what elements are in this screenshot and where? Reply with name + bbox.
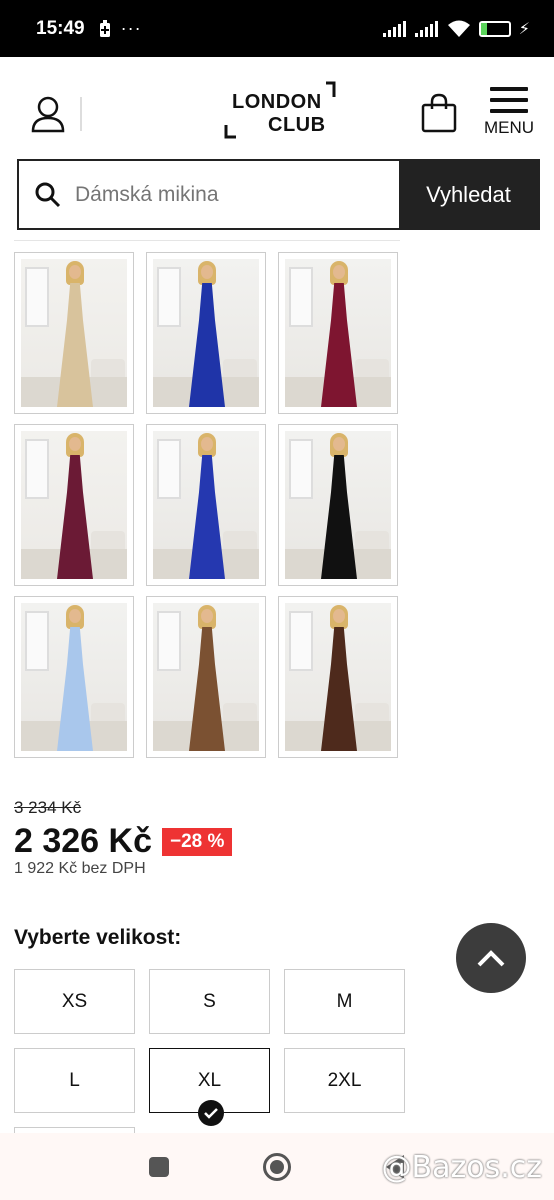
user-icon xyxy=(31,96,65,133)
search-bar: Vyhledat xyxy=(17,159,540,230)
scroll-top-button[interactable] xyxy=(456,923,526,993)
size-button-2xl[interactable]: 2XL xyxy=(284,1048,405,1113)
product-thumbnail[interactable] xyxy=(14,424,134,586)
shopping-bag-icon xyxy=(421,93,457,133)
discount-badge: −28 % xyxy=(162,827,233,856)
search-input[interactable] xyxy=(75,182,375,207)
product-thumbnail[interactable] xyxy=(14,596,134,758)
site-header: LONDON CLUB MENU xyxy=(0,57,554,160)
product-thumbnail[interactable] xyxy=(146,596,266,758)
product-thumbnail[interactable] xyxy=(146,424,266,586)
product-thumbnail[interactable] xyxy=(146,252,266,414)
status-time: 15:49 xyxy=(36,17,85,39)
price-without-vat: 1 922 Kč bez DPH xyxy=(14,860,146,877)
more-icon: ··· xyxy=(120,18,142,38)
status-bar: 15:49 ··· 23 ⚡ xyxy=(0,0,554,57)
recents-icon[interactable] xyxy=(149,1157,169,1177)
signal-icon xyxy=(414,20,438,37)
size-button-xs[interactable]: XS xyxy=(14,969,135,1034)
size-button-s[interactable]: S xyxy=(149,969,270,1034)
checkmark-icon xyxy=(198,1100,224,1126)
current-price: 2 326 Kč xyxy=(14,822,152,860)
gallery-top-divider xyxy=(14,240,400,241)
battery-icon: 23 xyxy=(478,20,511,37)
product-thumbnail[interactable] xyxy=(14,252,134,414)
logo-text-club: CLUB xyxy=(268,114,326,136)
wifi-icon xyxy=(447,20,470,37)
menu-button[interactable]: MENU xyxy=(478,87,540,143)
size-button-xl[interactable]: XL xyxy=(149,1048,270,1126)
site-logo[interactable]: LONDON CLUB xyxy=(222,81,338,141)
size-label: M xyxy=(336,990,353,1012)
charging-icon: ⚡ xyxy=(518,20,530,38)
size-title: Vyberte velikost: xyxy=(14,926,182,949)
signal-icon xyxy=(382,20,406,37)
search-button[interactable]: Vyhledat xyxy=(399,161,538,228)
home-icon[interactable] xyxy=(263,1153,291,1181)
size-label: XL xyxy=(197,1069,222,1091)
product-thumbnail[interactable] xyxy=(278,252,398,414)
product-thumbnail[interactable] xyxy=(278,424,398,586)
header-divider xyxy=(80,97,82,131)
battery-saver-icon xyxy=(99,19,110,37)
menu-label: MENU xyxy=(483,118,535,137)
product-thumbnail[interactable] xyxy=(278,596,398,758)
size-label: 2XL xyxy=(327,1069,362,1091)
old-price: 3 234 Kč xyxy=(14,798,82,817)
size-button-m[interactable]: M xyxy=(284,969,405,1034)
size-button-l[interactable]: L xyxy=(14,1048,135,1113)
search-icon xyxy=(35,182,61,207)
watermark: @Bazos.cz xyxy=(381,1150,542,1185)
size-label: XS xyxy=(61,990,88,1012)
logo-text-london: LONDON xyxy=(232,91,322,113)
hamburger-icon xyxy=(490,87,528,113)
price-row: 2 326 Kč −28 % xyxy=(14,822,233,861)
chevron-up-icon xyxy=(477,950,505,967)
cart-button[interactable] xyxy=(420,93,458,133)
account-button[interactable] xyxy=(30,95,66,133)
size-label: L xyxy=(69,1069,80,1091)
size-label: S xyxy=(203,990,216,1012)
